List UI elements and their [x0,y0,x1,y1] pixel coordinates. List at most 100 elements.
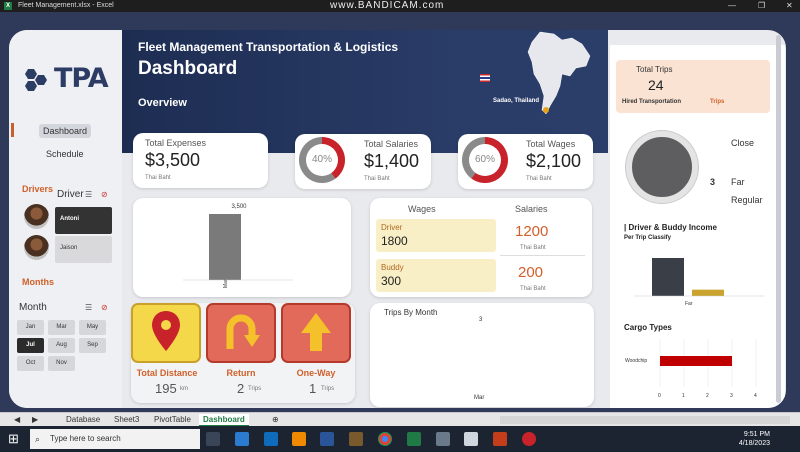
month-slicer-jul[interactable]: Jul [17,338,44,353]
driver-label: Driver [381,223,403,232]
driver-slicer-antoni[interactable]: Antoni [55,207,112,234]
restore-icon[interactable]: ❐ [758,0,765,12]
dashboard-canvas: TPA Dashboard Schedule Drivers Driver ☰ … [0,12,800,412]
hired-transport-label: Hired Transportation [622,99,682,105]
powerpoint-icon[interactable] [493,432,507,446]
buddy-wage-box: Buddy 300 [376,259,496,292]
month-slicer-jan[interactable]: Jan [17,320,44,335]
woodchip-bar [660,356,732,366]
close-icon[interactable]: ✕ [786,0,793,12]
trips-tag: Trips [710,99,725,105]
clear-filter-icon[interactable]: ⊘ [101,190,108,199]
month-slicer-nov[interactable]: Nov [48,356,75,371]
record-icon[interactable] [522,432,536,446]
month-slicer-sep[interactable]: Sep [79,338,106,353]
excel-taskbar-icon[interactable] [407,432,421,446]
salaries-donut: 40% [299,137,345,183]
kpi-label: Total Wages [526,139,576,149]
total-distance-button[interactable] [131,303,201,363]
tab-sheet3[interactable]: Sheet3 [110,414,143,425]
wages-header: Wages [408,204,436,214]
sidebar: TPA Dashboard Schedule Drivers Driver ☰ … [9,30,122,408]
driver-salary-unit: Thai Baht [520,245,546,251]
tab-pivottable[interactable]: PivotTable [150,414,195,425]
total-expenses-card: Total Expenses $3,500 Thai Baht [133,133,268,188]
prev-sheet-icon[interactable]: ◀ [10,414,24,425]
vertical-scrollbar[interactable] [776,35,781,403]
kpi-value: $2,100 [526,151,582,171]
distance-unit: km [180,386,188,392]
nav-dashboard[interactable]: Dashboard [39,124,92,138]
cargo-tick-label: 2 [706,393,709,399]
total-trips-label: Total Trips [636,65,673,74]
category-label: Mar [474,395,484,401]
windows-start-icon[interactable]: ⊞ [8,431,19,447]
vlc-icon[interactable] [292,432,306,446]
driver-salary-value: 1200 [515,223,549,240]
minimize-icon[interactable]: — [728,0,736,12]
search-icon: ⌕ [35,434,41,444]
buddy-income-bar [692,289,724,296]
chrome-icon[interactable] [378,432,392,446]
tab-database[interactable]: Database [62,414,104,425]
multi-select-icon[interactable]: ☰ [85,190,92,199]
recorder-watermark: www.BANDICAM.com [330,0,445,11]
total-salaries-card: 40% Total Salaries $1,400 Thai Baht [295,134,431,189]
cargo-category: Woodchip [625,358,647,364]
cargo-tick-label: 1 [682,393,685,399]
buddy-salary-unit: Thai Baht [520,286,546,292]
nav-schedule[interactable]: Schedule [46,149,84,159]
income-bar-chart: Far [634,258,764,307]
kpi-label: Total Salaries [364,139,419,149]
next-sheet-icon[interactable]: ▶ [28,414,42,425]
one-way-button[interactable] [281,303,351,363]
pie-value-label: 3 [710,177,716,187]
income-subtitle: Per Trip Classify [624,235,672,241]
expense-bar-chart: 3,500 Mar [133,198,351,297]
return-button[interactable] [206,303,276,363]
app-icon[interactable] [464,432,478,446]
window-titlebar: X Fleet Management.xlsx - Excel www.BAND… [0,0,800,12]
month-slicer-may[interactable]: May [79,320,106,335]
word-icon[interactable] [320,432,334,446]
income-category: Far [685,301,693,307]
cargo-tick-label: 3 [730,393,733,399]
taskbar-search[interactable]: ⌕ Type here to search [30,429,200,449]
legend-close: Close [731,138,755,148]
expense-bar [209,214,241,280]
oneway-value: 1 [309,381,317,396]
return-unit: Trips [248,386,262,392]
expense-chart-svg: 3,500 Mar [183,204,293,288]
total-trips-card: Total Trips 24 Hired Transportation Trip… [616,60,770,113]
trips-by-month-chart: Trips By Month 3 Mar [370,303,594,407]
right-panel: Total Trips 24 Hired Transportation Trip… [610,45,785,408]
return-label: Return [226,368,256,378]
chart-title: Trips By Month [384,308,438,317]
driver-avatar-jaison [24,235,49,260]
month-slicer-aug[interactable]: Aug [48,338,75,353]
clock-time: 9:51 PM [743,431,770,438]
month-filter-label: Month [19,302,47,313]
thailand-flag-icon [480,74,490,82]
kpi-label: Total Expenses [145,138,207,148]
month-slicer-oct[interactable]: Oct [17,356,44,371]
task-view-icon[interactable] [206,432,220,446]
clear-filter-icon[interactable]: ⊘ [101,303,108,312]
cargo-bar-chart: Woodchip 0 1 2 3 4 [625,339,757,399]
income-title: | Driver & Buddy Income [624,223,717,232]
legend-far: Far [731,177,745,187]
month-slicer-mar[interactable]: Mar [48,320,75,335]
outlook-icon[interactable] [264,432,278,446]
buddy-wage-value: 300 [381,274,402,288]
photoshop-icon[interactable] [235,432,249,446]
multi-select-icon[interactable]: ☰ [85,303,92,312]
kpi-unit: Thai Baht [526,176,552,182]
app-icon[interactable] [436,432,450,446]
add-sheet-icon[interactable]: ⊕ [268,414,283,425]
driver-wage-box: Driver 1800 [376,219,496,252]
app-icon[interactable] [349,432,363,446]
driver-slicer-jaison[interactable]: Jaison [55,236,112,263]
buddy-salary-value: 200 [518,264,544,281]
hex-logo-icon [25,69,47,91]
horizontal-scrollbar[interactable] [500,416,790,424]
